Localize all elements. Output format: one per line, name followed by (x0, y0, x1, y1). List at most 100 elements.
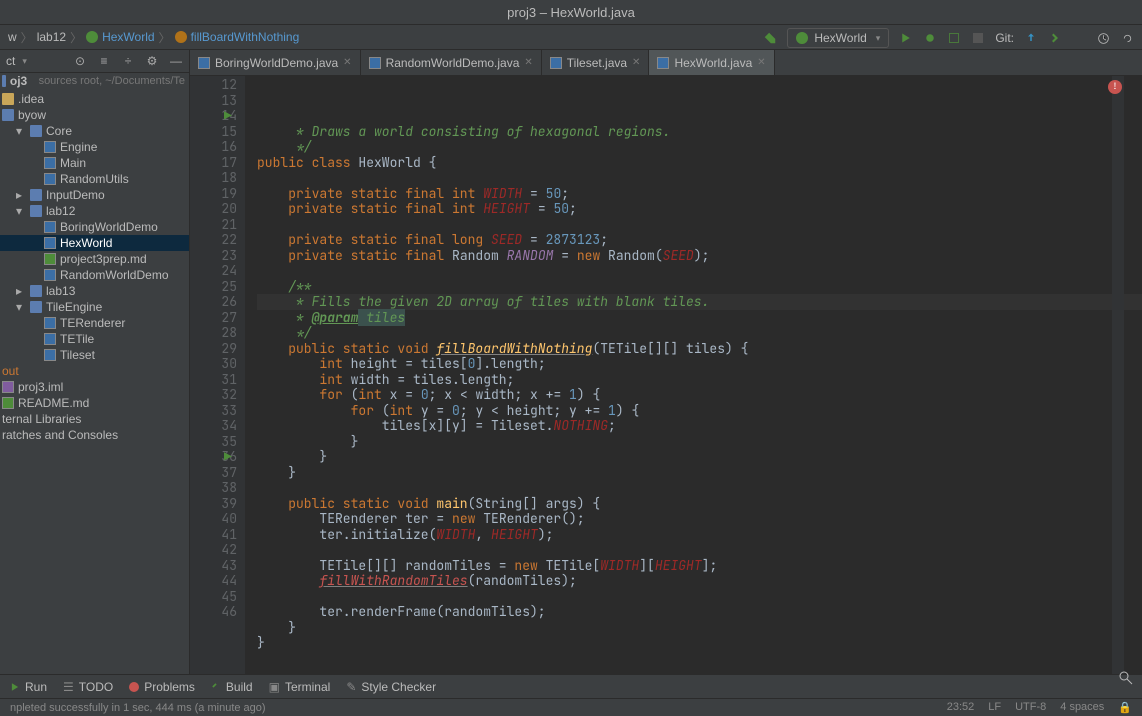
java-file-icon (44, 237, 56, 249)
coverage-icon[interactable] (947, 31, 961, 45)
tree-node[interactable]: ▸lab13 (0, 283, 189, 299)
run-line-icon[interactable]: ▶ (224, 449, 232, 465)
folder-icon (2, 109, 14, 121)
run-tool-tab[interactable]: Run (10, 680, 47, 694)
tree-node[interactable]: .idea (0, 91, 189, 107)
tree-label: TileEngine (46, 300, 102, 314)
run-config-selector[interactable]: HexWorld (787, 28, 889, 48)
tree-node[interactable]: project3prep.md (0, 251, 189, 267)
git-commit-icon[interactable] (1048, 31, 1062, 45)
tree-label: ratches and Consoles (2, 428, 118, 442)
tree-label: InputDemo (46, 188, 105, 202)
run-line-icon[interactable]: ▶ (224, 108, 232, 124)
tree-label: lab12 (46, 204, 75, 218)
gutter[interactable]: 121314▶151617181920212223242526272829303… (190, 76, 245, 674)
java-file-icon (44, 141, 56, 153)
todo-tool-tab[interactable]: ☰TODO (63, 680, 113, 694)
close-icon[interactable]: ✕ (524, 57, 532, 68)
java-file-icon (44, 157, 56, 169)
title-bar: proj3 – HexWorld.java (0, 0, 1142, 25)
cursor-position[interactable]: 23:52 (947, 701, 975, 714)
tree-node[interactable]: ▾TileEngine (0, 299, 189, 315)
error-stripe[interactable]: ! (1112, 76, 1124, 674)
select-opened-icon[interactable]: ⊙ (73, 54, 87, 68)
hammer-icon[interactable] (763, 31, 777, 45)
tree-label: Core (46, 124, 72, 138)
stop-icon[interactable] (971, 31, 985, 45)
tree-label: proj3.iml (18, 380, 63, 394)
tree-node[interactable]: TETile (0, 331, 189, 347)
tree-label: Main (60, 156, 86, 170)
tree-node[interactable]: proj3.iml (0, 379, 189, 395)
close-icon[interactable]: ✕ (757, 57, 765, 68)
run-icon[interactable] (899, 31, 913, 45)
project-view-selector[interactable]: ct (6, 54, 27, 68)
tree-node[interactable]: HexWorld (0, 235, 189, 251)
search-icon[interactable] (1118, 670, 1136, 688)
git-update-icon[interactable] (1024, 31, 1038, 45)
breadcrumb-item[interactable]: HexWorld (102, 30, 154, 44)
tree-node[interactable]: ▸InputDemo (0, 187, 189, 203)
tree-node[interactable]: ternal Libraries (0, 411, 189, 427)
breadcrumb-item[interactable]: fillBoardWithNothing (191, 30, 300, 44)
error-badge-icon[interactable]: ! (1108, 80, 1122, 94)
tree-node[interactable]: ▾lab12 (0, 203, 189, 219)
tree-node[interactable]: RandomWorldDemo (0, 267, 189, 283)
gear-icon[interactable]: ⚙ (145, 54, 159, 68)
stylechecker-tool-tab[interactable]: ✎Style Checker (346, 680, 436, 694)
top-toolbar: HexWorld Git: (763, 28, 1134, 48)
tree-node[interactable]: README.md (0, 395, 189, 411)
tree-node[interactable]: ▾Core (0, 123, 189, 139)
tree-node[interactable]: BoringWorldDemo (0, 219, 189, 235)
tree-node[interactable]: Main (0, 155, 189, 171)
tree-node[interactable]: Tileset (0, 347, 189, 363)
tree-node[interactable]: ratches and Consoles (0, 427, 189, 443)
editor-tab[interactable]: Tileset.java✕ (542, 50, 650, 75)
folder-icon (30, 125, 42, 137)
file-encoding[interactable]: UTF-8 (1015, 701, 1046, 714)
tree-label: TETile (60, 332, 94, 346)
collapse-all-icon[interactable]: ÷ (121, 54, 135, 68)
problems-tool-tab[interactable]: Problems (129, 680, 195, 694)
status-message: npleted successfully in 1 sec, 444 ms (a… (10, 702, 266, 714)
history-icon[interactable] (1096, 31, 1110, 45)
tree-node[interactable]: byow (0, 107, 189, 123)
breadcrumb-item[interactable]: w (8, 30, 17, 44)
tree-node[interactable]: RandomUtils (0, 171, 189, 187)
folder-icon (2, 93, 14, 105)
tree-label: BoringWorldDemo (60, 220, 158, 234)
project-root[interactable]: oj3 sources root, ~/Documents/Te (0, 73, 189, 89)
java-file-icon (44, 349, 56, 361)
code-editor[interactable]: ! * Draws a world consisting of hexagona… (245, 76, 1142, 674)
editor-tab[interactable]: RandomWorldDemo.java✕ (361, 50, 542, 75)
close-icon[interactable]: ✕ (632, 57, 640, 68)
tree-node[interactable]: TERenderer (0, 315, 189, 331)
tree-node[interactable]: Engine (0, 139, 189, 155)
markdown-file-icon (44, 253, 56, 265)
tree-label: Engine (60, 140, 97, 154)
tree-node[interactable]: out (0, 363, 189, 379)
git-push-icon[interactable] (1072, 31, 1086, 45)
indent-info[interactable]: 4 spaces (1060, 701, 1104, 714)
tree-label: byow (18, 108, 46, 122)
breadcrumb-item[interactable]: lab12 (37, 30, 66, 44)
line-separator[interactable]: LF (988, 701, 1001, 714)
status-bar: npleted successfully in 1 sec, 444 ms (a… (0, 698, 1142, 716)
expand-all-icon[interactable]: ≡ (97, 54, 111, 68)
iml-file-icon (2, 381, 14, 393)
tree-label: RandomWorldDemo (60, 268, 169, 282)
editor-tab[interactable]: HexWorld.java✕ (649, 50, 774, 75)
editor-tab[interactable]: BoringWorldDemo.java✕ (190, 50, 361, 75)
build-tool-tab[interactable]: Build (211, 680, 253, 694)
class-icon (796, 32, 808, 44)
tree-label: .idea (18, 92, 44, 106)
revert-icon[interactable] (1120, 31, 1134, 45)
markdown-file-icon (2, 397, 14, 409)
debug-icon[interactable] (923, 31, 937, 45)
hide-icon[interactable]: — (169, 54, 183, 68)
close-icon[interactable]: ✕ (343, 57, 351, 68)
class-icon (86, 31, 98, 43)
terminal-tool-tab[interactable]: ▣Terminal (269, 680, 331, 694)
folder-icon (30, 285, 42, 297)
lock-icon[interactable]: 🔒 (1118, 701, 1132, 714)
